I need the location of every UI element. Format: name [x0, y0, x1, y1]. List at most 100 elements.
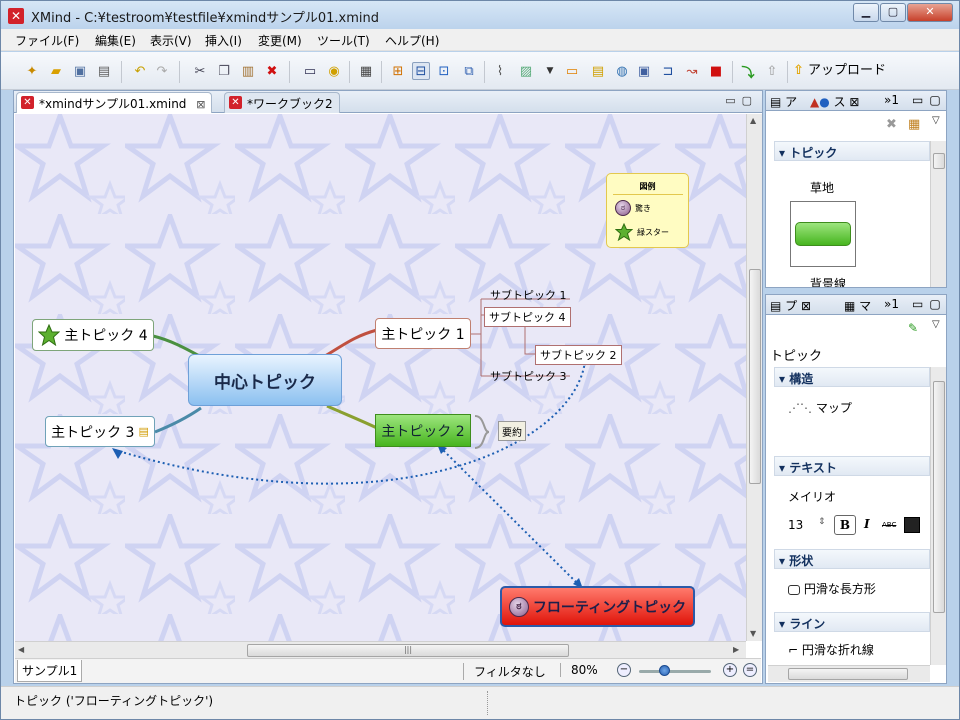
main-topic-3[interactable]: 主トピック 3 ▤ — [45, 416, 155, 447]
tab-styles[interactable]: ▲● ス ⊠ — [810, 93, 859, 110]
filter-status[interactable]: フィルタなし — [463, 663, 546, 680]
vertical-scroll-thumb[interactable] — [749, 269, 761, 484]
minimize-button[interactable]: ▁ — [853, 3, 879, 22]
hyperlink-icon[interactable]: ◍ — [613, 62, 631, 80]
strikethrough-toggle[interactable]: ABC — [882, 521, 896, 529]
structure-value[interactable]: ⋰⋱ マップ — [788, 399, 852, 416]
attachment-icon[interactable]: ⌇ — [491, 62, 509, 80]
properties-scrollbar[interactable] — [930, 367, 946, 665]
zoom-in-icon[interactable]: + — [723, 663, 737, 677]
paste-icon[interactable]: ▥ — [239, 62, 257, 80]
panel-menu-icon[interactable]: ▽ — [932, 115, 940, 126]
upload-button[interactable]: ⇧ アップロード — [793, 59, 886, 78]
tab-close-icon[interactable]: ⊠ — [196, 98, 205, 111]
zoom-fit-icon[interactable]: = — [743, 663, 757, 677]
shape-section-header[interactable]: ▾ 形状 — [774, 549, 930, 569]
panel-controls[interactable]: ▭▢ — [912, 93, 947, 107]
save-icon[interactable]: ▣ — [71, 62, 89, 80]
undo-icon[interactable]: ↶ — [131, 62, 149, 80]
stop-icon[interactable]: ■ — [707, 62, 725, 80]
pane-controls[interactable]: ▭▢ — [725, 94, 758, 107]
parent-topic-icon[interactable]: ⊡ — [435, 62, 453, 80]
menu-insert[interactable]: 挿入(I) — [205, 32, 242, 49]
floating-topic-icon[interactable]: ⧉ — [460, 62, 478, 80]
subtopic-icon[interactable]: ⊟ — [412, 62, 430, 80]
menu-help[interactable]: ヘルプ(H) — [385, 32, 439, 49]
menu-modify[interactable]: 変更(M) — [258, 32, 302, 49]
marker-icon[interactable]: ▣ — [635, 62, 653, 80]
tab-outline[interactable]: ▤ ア — [770, 93, 797, 110]
panel-controls[interactable]: ▭▢ — [912, 297, 947, 311]
close-button[interactable]: ✕ — [907, 3, 953, 22]
subtopic-3[interactable]: サブトピック 3 — [490, 368, 567, 384]
summary-icon[interactable]: ⊐ — [659, 62, 677, 80]
image-icon[interactable]: ▨ — [517, 62, 535, 80]
style-preview[interactable] — [790, 201, 856, 267]
horizontal-scroll-thumb[interactable]: ||| — [247, 644, 569, 657]
relationship-icon[interactable]: ↝ — [683, 62, 701, 80]
zoom-out-icon[interactable]: − — [617, 663, 631, 677]
panel-menu-icon[interactable]: ▽ — [932, 319, 940, 330]
topic-icon[interactable]: ⊞ — [389, 62, 407, 80]
lightbulb-icon[interactable]: ◉ — [325, 62, 343, 80]
font-size[interactable]: 13 — [788, 518, 803, 532]
insert-topic-icon[interactable]: ▦ — [357, 62, 375, 80]
mindmap-canvas[interactable]: 中心トピック 主トピック 1 主トピック 2 主トピック 3 ▤ 主トピック 4… — [15, 114, 746, 641]
cut-icon[interactable]: ✂ — [191, 62, 209, 80]
main-topic-4[interactable]: 主トピック 4 — [32, 319, 154, 351]
topic-section-header[interactable]: ▾ トピック — [774, 141, 930, 161]
open-folder-icon[interactable]: ▰ — [47, 62, 65, 80]
tab-xmind-sample[interactable]: ✕ *xmindサンプル01.xmind ⊠ — [16, 92, 213, 113]
print-icon[interactable]: ▤ — [95, 62, 113, 80]
zoom-slider-track[interactable] — [639, 670, 711, 673]
subtopic-1[interactable]: サブトピック 1 — [490, 287, 567, 303]
dropdown-arrow-icon[interactable]: ▼ — [541, 62, 559, 80]
line-value[interactable]: ⌐ 円滑な折れ線 — [788, 641, 874, 658]
subtopic-2[interactable]: サブトピック 2 — [535, 345, 622, 365]
shape-value[interactable]: 円滑な長方形 — [788, 580, 876, 597]
tab-properties[interactable]: ▤ プ ⊠ — [770, 297, 811, 314]
bold-toggle[interactable]: B — [834, 515, 856, 535]
styles-scrollbar[interactable] — [930, 141, 946, 287]
tab-markers[interactable]: ▦ マ — [844, 297, 871, 314]
horizontal-scrollbar[interactable]: ◀ ||| ▶ — [15, 641, 746, 658]
scroll-up-icon[interactable]: ▲ — [750, 116, 756, 125]
delete-style-icon[interactable]: ✖ — [886, 117, 897, 132]
zoom-level[interactable]: 80% — [560, 663, 598, 677]
text-color-swatch[interactable] — [904, 517, 920, 533]
drill-up-icon[interactable]: ⇧ — [763, 62, 781, 80]
central-topic[interactable]: 中心トピック — [188, 354, 342, 406]
tab-more[interactable]: »1 — [884, 297, 899, 311]
floating-topic[interactable]: ಠ フローティングトピック — [500, 586, 695, 627]
menu-edit[interactable]: 編集(E) — [95, 32, 136, 49]
font-size-spinner-icon[interactable]: ⇕ — [818, 517, 826, 527]
italic-toggle[interactable]: I — [864, 517, 870, 531]
drill-down-icon[interactable]: ⤵ — [739, 62, 757, 81]
zoom-slider-knob[interactable] — [659, 665, 670, 676]
menu-view[interactable]: 表示(V) — [150, 32, 192, 49]
note-icon[interactable]: ▤ — [589, 62, 607, 80]
properties-hscrollbar[interactable] — [768, 665, 930, 682]
scroll-down-icon[interactable]: ▼ — [750, 629, 756, 638]
line-section-header[interactable]: ▾ ライン — [774, 612, 930, 632]
new-icon[interactable]: ✦ — [23, 62, 41, 80]
structure-section-header[interactable]: ▾ 構造 — [774, 367, 930, 387]
menu-tools[interactable]: ツール(T) — [317, 32, 370, 49]
tab-more[interactable]: »1 — [884, 93, 899, 107]
subtopic-4[interactable]: サブトピック 4 — [484, 307, 571, 327]
vertical-scrollbar[interactable]: ▲ ▼ — [746, 114, 762, 641]
scroll-right-icon[interactable]: ▶ — [733, 645, 739, 654]
boundary-icon[interactable]: ▭ — [563, 62, 581, 80]
main-topic-2[interactable]: 主トピック 2 — [375, 414, 471, 447]
sheet-tab-sample1[interactable]: サンプル1 — [17, 660, 83, 682]
new-style-icon[interactable]: ▦ — [908, 117, 920, 132]
presentation-icon[interactable]: ▭ — [301, 62, 319, 80]
menu-file[interactable]: ファイル(F) — [15, 32, 79, 49]
main-topic-1[interactable]: 主トピック 1 — [375, 318, 471, 349]
text-section-header[interactable]: ▾ テキスト — [774, 456, 930, 476]
tab-workbook2[interactable]: ✕ *ワークブック2 — [224, 92, 340, 113]
font-name[interactable]: メイリオ — [788, 488, 836, 505]
maximize-button[interactable]: ▢ — [880, 3, 906, 22]
copy-icon[interactable]: ❐ — [215, 62, 233, 80]
summary-topic[interactable]: 要約 — [498, 421, 526, 441]
